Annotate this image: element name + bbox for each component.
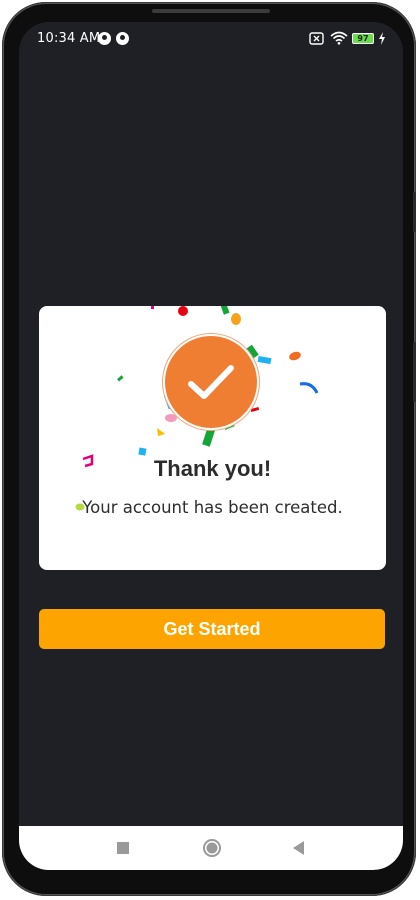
sim-icon (309, 32, 324, 45)
check-icon (188, 365, 234, 399)
circle-icon[interactable] (200, 836, 224, 860)
battery-icon: 97 (352, 33, 374, 44)
app-notification-icon (98, 32, 111, 45)
triangle-back-icon[interactable] (287, 836, 311, 860)
wifi-icon (330, 31, 348, 45)
volume-button (413, 192, 416, 232)
navigation-bar (19, 826, 403, 870)
speaker-slit (152, 9, 270, 13)
app-notification-icon (116, 32, 129, 45)
get-started-button[interactable]: Get Started (39, 609, 385, 649)
square-icon[interactable] (111, 836, 135, 860)
status-time: 10:34 AM (37, 31, 101, 46)
charging-bolt-icon (379, 32, 385, 45)
dialog-message: Your account has been created. (82, 498, 343, 517)
power-button (413, 342, 416, 402)
status-bar: 10:34 AM 97 (19, 22, 403, 56)
success-badge (165, 336, 257, 428)
success-dialog: Thank you! Your account has been created… (39, 306, 386, 570)
phone-frame: 10:34 AM 97 Thank you! Your account has … (2, 2, 416, 896)
screen: 10:34 AM 97 Thank you! Your account has … (19, 22, 403, 870)
dialog-title: Thank you! (153, 456, 272, 481)
